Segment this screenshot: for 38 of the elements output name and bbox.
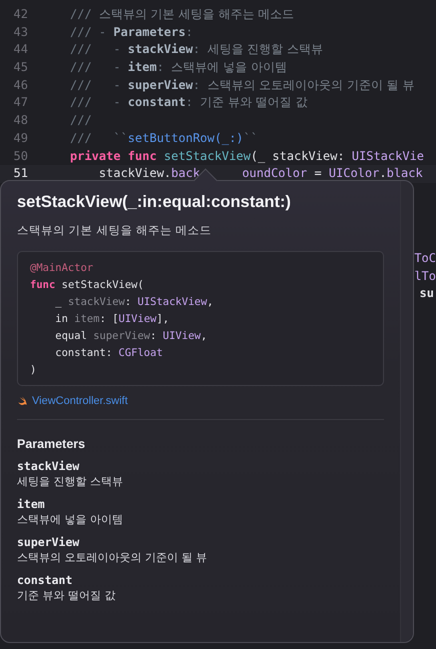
symbol-title: setStackView(_:in:equal:constant:) xyxy=(17,193,292,212)
code-line: /// 스택뷰의 기본 세팅을 해주는 메소드 xyxy=(70,6,294,23)
line-number: 50 xyxy=(12,148,28,164)
parameter-description: 스택뷰의 오토레이아웃의 기준이 될 뷰 xyxy=(17,550,208,565)
line-number: 45 xyxy=(12,59,28,76)
code-line: /// ``setButtonRow(_:)`` xyxy=(70,130,258,147)
line-number: 51 xyxy=(12,165,28,182)
code-line: oundColor = UIColor.black xyxy=(242,165,423,182)
source-file-link[interactable]: ViewController.swift xyxy=(32,395,128,407)
code-line: private func setStackView(_ stackView: UIStackVie xyxy=(70,148,424,165)
line-number: 43 xyxy=(12,24,28,41)
code-line: /// - item: 스택뷰에 넣을 아이템 xyxy=(70,59,287,76)
code-fragment: ToC xyxy=(414,250,436,267)
parameter-description: 세팅을 진행할 스택뷰 xyxy=(17,474,124,489)
line-number: 47 xyxy=(12,94,28,112)
code-line: /// xyxy=(70,112,92,130)
summary-text: 스택뷰의 기본 세팅을 해주는 메소드 xyxy=(17,223,213,238)
parameter-name: item xyxy=(17,497,46,512)
line-number: 48 xyxy=(12,112,28,130)
code-line: /// - superView: 스택뷰의 오토레이아웃의 기준이 될 뷰 xyxy=(70,76,415,94)
line-number: 42 xyxy=(12,6,28,23)
code-line: /// - constant: 기준 뷰와 떨어질 값 xyxy=(70,94,308,112)
parameter-description: 스택뷰에 넣을 아이템 xyxy=(17,512,124,527)
parameter-name: constant xyxy=(17,573,74,588)
parameter-name: superView xyxy=(17,535,80,550)
line-number: 44 xyxy=(12,41,28,58)
parameter-description: 기준 뷰와 떨어질 값 xyxy=(17,588,116,603)
parameters-heading: Parameters xyxy=(17,437,86,451)
parameter-name: stackView xyxy=(17,459,80,474)
code-line: /// - stackView: 세팅을 진행할 스택뷰 xyxy=(70,41,323,58)
line-number: 46 xyxy=(12,76,28,94)
line-number: 49 xyxy=(12,130,28,147)
code-fragment: lTo xyxy=(414,268,436,285)
code-line: stackView.back xyxy=(98,165,200,182)
code-fragment: su xyxy=(420,285,435,302)
swift-bird-icon xyxy=(17,396,28,406)
declaration-code: @MainActor func setStackView( _ stackView: UIStackView, in item: [UIView], equal superView: UIView, constant: CGFloat ) xyxy=(17,251,384,386)
code-line: /// - Parameters: xyxy=(70,24,193,41)
